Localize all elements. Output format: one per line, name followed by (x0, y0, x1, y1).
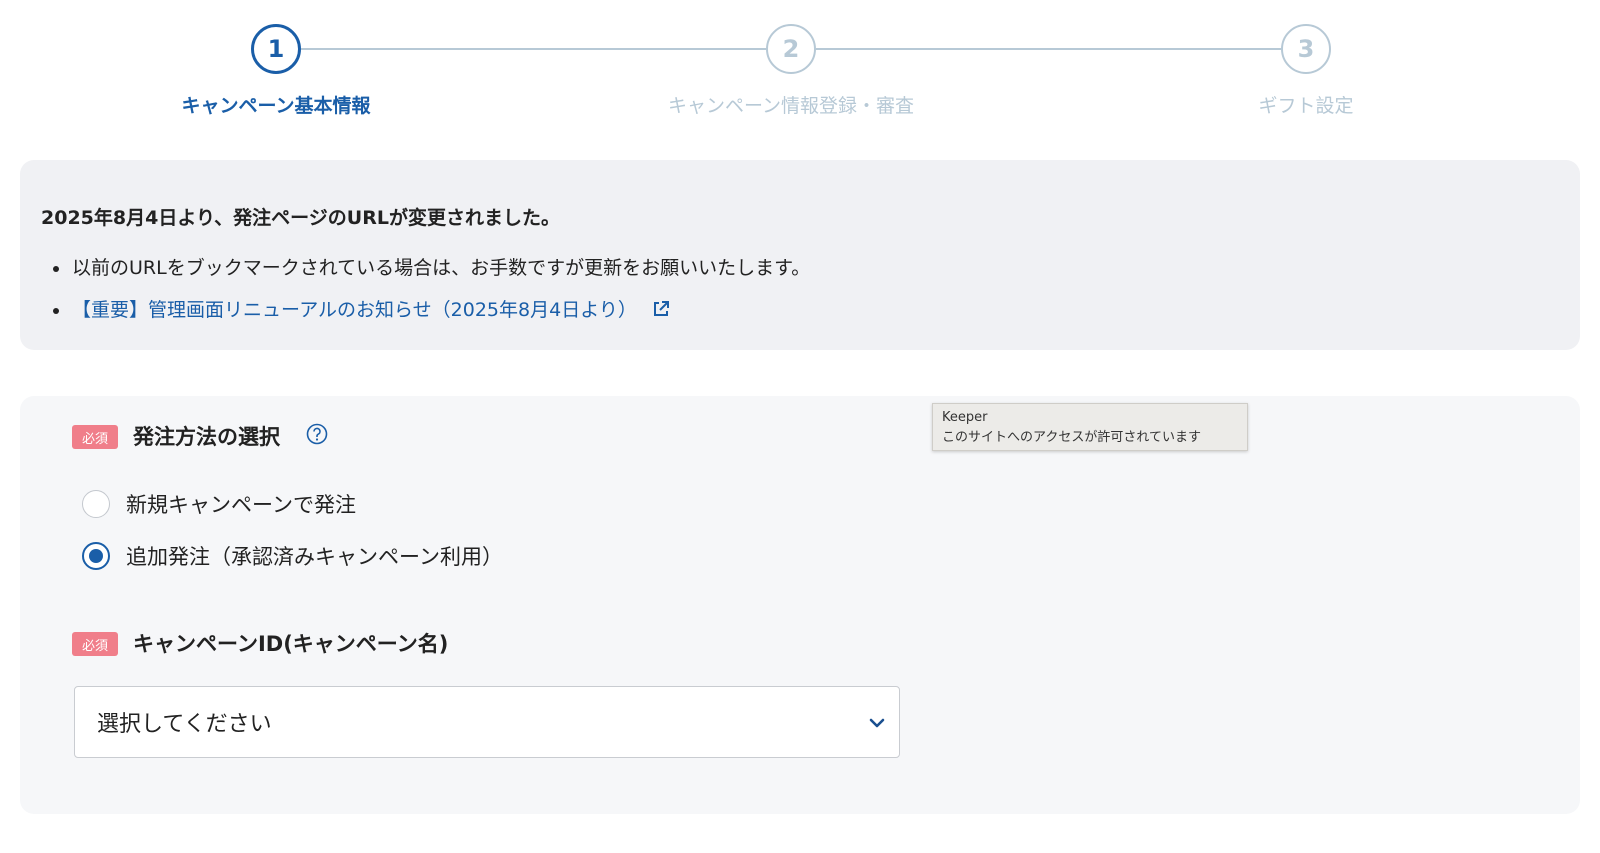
radio-additional-order[interactable]: 追加発注（承認済みキャンペーン利用） (82, 541, 503, 571)
step-3-label: ギフト設定 (1258, 95, 1354, 117)
step-2-label: キャンペーン情報登録・審査 (667, 95, 915, 117)
step-connector-1-2 (301, 48, 766, 50)
campaign-id-label: キャンペーンID(キャンペーン名) (133, 632, 449, 656)
radio-new-campaign-control[interactable] (82, 490, 110, 518)
step-1-circle: 1 (251, 24, 301, 74)
external-link-icon (651, 298, 671, 328)
notice-item-link: 【重要】管理画面リニューアルのお知らせ（2025年8月4日より） (50, 295, 810, 337)
step-3-circle: 3 (1281, 24, 1331, 74)
order-form-card: 必須 発注方法の選択 新規キャンペーンで発注 追加発注（承認済みキャンペーン利用… (20, 396, 1580, 814)
url-change-notice: 2025年8月4日より、発注ページのURLが変更されました。 以前のURLをブッ… (20, 160, 1580, 350)
step-2-circle: 2 (766, 24, 816, 74)
step-connector-2-3 (816, 48, 1281, 50)
keeper-tooltip: Keeper このサイトへのアクセスが許可されています (932, 403, 1248, 451)
campaign-id-select-value: 選択してください (97, 712, 272, 737)
tooltip-title: Keeper (942, 410, 988, 425)
tooltip-text: このサイトへのアクセスが許可されています (942, 430, 1201, 445)
chevron-down-icon (867, 713, 887, 737)
required-badge: 必須 (72, 425, 118, 449)
campaign-id-select[interactable]: 選択してください (74, 686, 900, 758)
order-method-label: 発注方法の選択 (133, 425, 280, 449)
renewal-announcement-link-text: 【重要】管理画面リニューアルのお知らせ（2025年8月4日より） (72, 299, 637, 321)
help-icon[interactable] (306, 423, 328, 449)
radio-additional-order-label: 追加発注（承認済みキャンペーン利用） (126, 545, 503, 569)
notice-item-text: 以前のURLをブックマークされている場合は、お手数ですが更新をお願いいたします。 (72, 257, 811, 279)
renewal-announcement-link[interactable]: 【重要】管理画面リニューアルのお知らせ（2025年8月4日より） (72, 299, 671, 321)
radio-new-campaign-label: 新規キャンペーンで発注 (126, 493, 356, 517)
step-1-label: キャンペーン基本情報 (181, 95, 371, 117)
progress-stepper: 1 2 3 キャンペーン基本情報 キャンペーン情報登録・審査 ギフト設定 (0, 0, 1600, 130)
required-badge: 必須 (72, 632, 118, 656)
notice-title: 2025年8月4日より、発注ページのURLが変更されました。 (41, 207, 560, 229)
notice-item-bookmark: 以前のURLをブックマークされている場合は、お手数ですが更新をお願いいたします。 (50, 253, 810, 295)
radio-new-campaign[interactable]: 新規キャンペーンで発注 (82, 489, 356, 519)
radio-additional-order-control[interactable] (82, 542, 110, 570)
notice-list: 以前のURLをブックマークされている場合は、お手数ですが更新をお願いいたします。… (50, 253, 810, 337)
